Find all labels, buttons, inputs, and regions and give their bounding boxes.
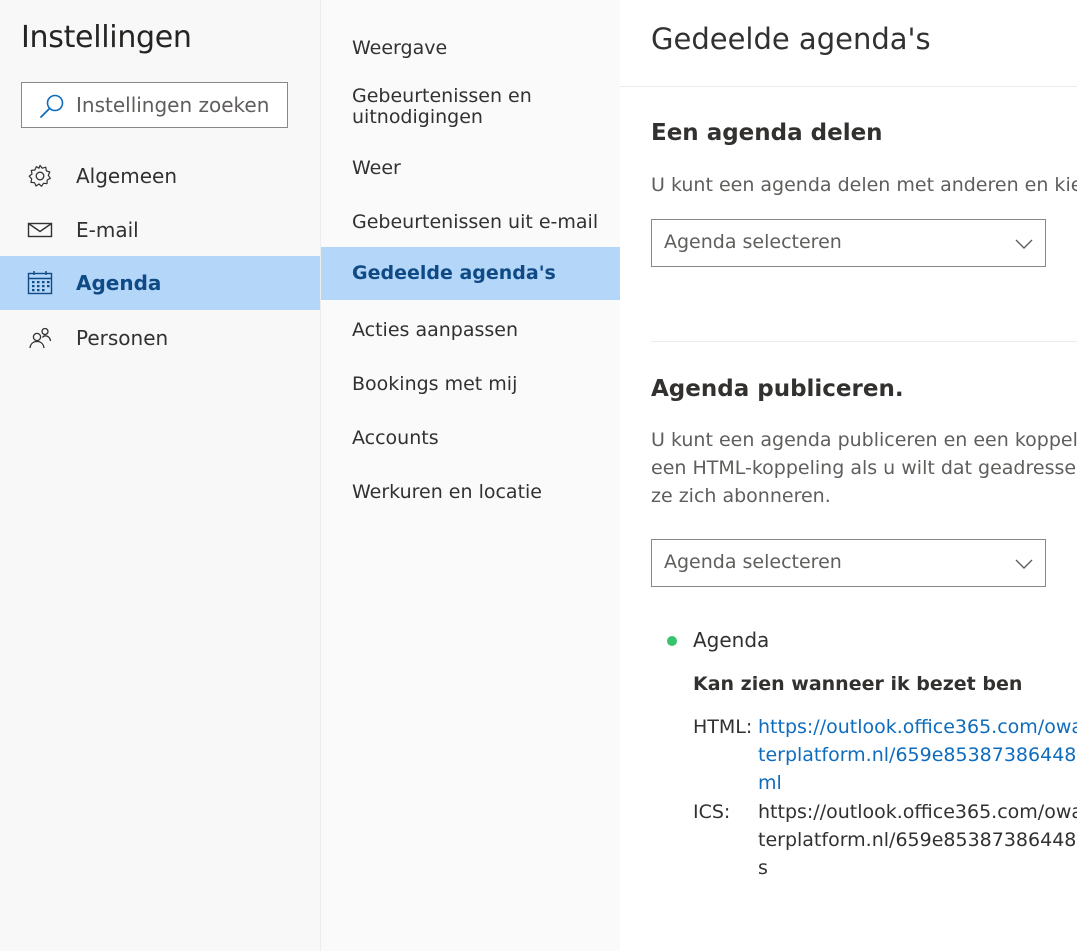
nav-item-email[interactable]: E-mail [0, 203, 320, 257]
nav-label-agenda: Agenda [76, 271, 162, 295]
publish-description-line-1: U kunt een agenda publiceren en een kopp… [651, 429, 1077, 451]
subnav-item-weer[interactable]: Weer [321, 157, 621, 179]
share-heading: Een agenda delen [651, 120, 883, 146]
calendar-status-dot [667, 636, 677, 646]
settings-search-box[interactable] [21, 82, 288, 128]
settings-title: Instellingen [21, 20, 192, 55]
section-divider [651, 341, 1077, 342]
settings-search-input[interactable] [76, 83, 282, 127]
settings-sidebar: Instellingen Algemeen E-mail [0, 0, 320, 951]
chevron-down-icon [1015, 236, 1033, 250]
page-title: Gedeelde agenda's [651, 22, 931, 56]
search-icon [38, 93, 66, 119]
nav-label-personen: Personen [76, 326, 169, 350]
published-permission: Kan zien wanneer ik bezet ben [693, 673, 1023, 695]
subnav-item-gebeurtenissen-en-uitnodigingen[interactable]: Gebeurtenissen en uitnodigingen [321, 86, 621, 128]
share-description: U kunt een agenda delen met anderen en k… [651, 174, 1077, 196]
subnav-item-gebeurtenissen-uit-email[interactable]: Gebeurtenissen uit e-mail [321, 211, 621, 233]
people-icon [26, 325, 54, 351]
share-calendar-select[interactable]: Agenda selecteren [651, 219, 1046, 267]
share-select-value: Agenda selecteren [664, 231, 842, 253]
publish-calendar-select[interactable]: Agenda selecteren [651, 539, 1046, 587]
ics-link-line-3[interactable]: s [758, 857, 768, 879]
publish-select-value: Agenda selecteren [664, 551, 842, 573]
html-link-label: HTML: [693, 716, 753, 738]
nav-item-agenda[interactable]: Agenda [0, 256, 320, 310]
title-divider [620, 86, 1077, 87]
nav-label-email: E-mail [76, 218, 139, 242]
html-link-line-1[interactable]: https://outlook.office365.com/owa [758, 716, 1077, 738]
nav-item-personen[interactable]: Personen [0, 311, 320, 365]
gear-icon [26, 163, 54, 189]
subnav-item-gedeelde-agendas[interactable]: Gedeelde agenda's [321, 247, 621, 300]
nav-label-algemeen: Algemeen [76, 164, 178, 188]
nav-item-algemeen[interactable]: Algemeen [0, 149, 320, 203]
publish-description-line-3: ze zich abonneren. [651, 485, 831, 507]
subnav-item-weergave[interactable]: Weergave [321, 37, 621, 59]
ics-link-label: ICS: [693, 801, 731, 823]
agenda-subnav: Weergave Gebeurtenissen en uitnodigingen… [320, 0, 621, 951]
mail-icon [26, 217, 54, 243]
ics-link-line-1[interactable]: https://outlook.office365.com/owa [758, 801, 1077, 823]
html-link-line-2[interactable]: terplatform.nl/659e85387386448 [758, 744, 1076, 766]
subnav-item-accounts[interactable]: Accounts [321, 427, 621, 449]
calendar-icon [26, 270, 54, 296]
subnav-item-acties-aanpassen[interactable]: Acties aanpassen [321, 319, 621, 341]
subnav-item-werkuren-en-locatie[interactable]: Werkuren en locatie [321, 481, 621, 503]
publish-description-line-2: een HTML-koppeling als u wilt dat geadre… [651, 457, 1077, 479]
shared-calendars-panel: Gedeelde agenda's Een agenda delen U kun… [620, 0, 1077, 951]
subnav-item-bookings-met-mij[interactable]: Bookings met mij [321, 373, 621, 395]
chevron-down-icon [1015, 556, 1033, 570]
ics-link-line-2[interactable]: terplatform.nl/659e85387386448 [758, 829, 1076, 851]
publish-heading: Agenda publiceren. [651, 376, 904, 402]
published-calendar-name: Agenda [693, 628, 770, 652]
html-link-line-3[interactable]: ml [758, 772, 782, 794]
